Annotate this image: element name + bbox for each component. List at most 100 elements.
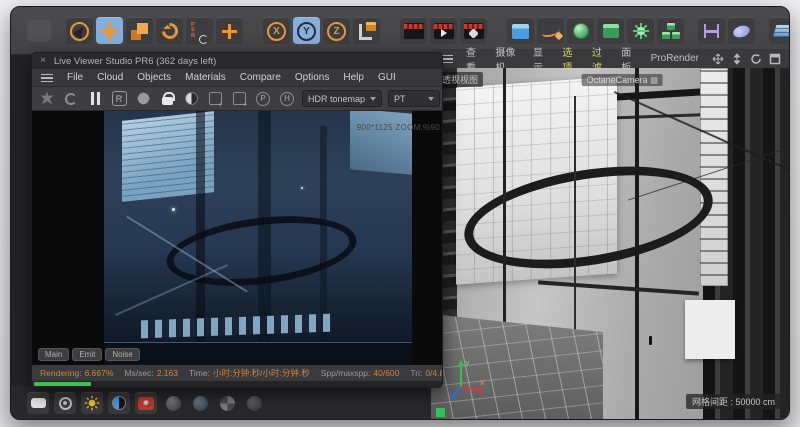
floor-button[interactable] bbox=[769, 17, 790, 44]
live-viewer-toolbar: R P H HDR tonemap PT 1 0.9 bbox=[32, 87, 442, 111]
tab-noise[interactable]: Noise bbox=[105, 348, 139, 361]
generator-cube-button[interactable] bbox=[597, 17, 624, 44]
live-viewer-canvas[interactable]: 900*1125 ZOOM:%90 Main Emit Noise bbox=[32, 111, 442, 365]
scene-figure bbox=[649, 336, 652, 345]
rotate-tool-button[interactable] bbox=[156, 17, 183, 44]
sun-icon bbox=[84, 395, 100, 411]
y-axis-lock-button[interactable]: Y bbox=[293, 17, 320, 44]
move-tool-button[interactable] bbox=[96, 17, 123, 44]
viewport-menubar: 查看 摄像机 显示 选项 过滤 面板 ProRender bbox=[431, 49, 789, 68]
camera-tag-icon bbox=[651, 77, 658, 84]
daylight-button[interactable] bbox=[81, 392, 103, 414]
material-glossy-button[interactable] bbox=[189, 392, 211, 414]
material-mix-button[interactable] bbox=[216, 392, 238, 414]
target-button[interactable] bbox=[54, 392, 76, 414]
render-progress-fill bbox=[34, 382, 91, 386]
material-specular-button[interactable] bbox=[243, 392, 265, 414]
material-picker-button[interactable]: H bbox=[278, 90, 296, 108]
viewport-scene[interactable]: 透视视图 OctaneCamera 网格间距 : 50000 cm Y X bbox=[431, 68, 789, 419]
lv-menu-compare[interactable]: Compare bbox=[240, 72, 281, 83]
last-tool-psr-button[interactable]: PSR bbox=[186, 17, 213, 44]
lv-menu-materials[interactable]: Materials bbox=[185, 72, 226, 83]
restart-render-button[interactable] bbox=[62, 90, 80, 108]
gear-icon bbox=[139, 94, 148, 103]
render-glow-dot-2 bbox=[301, 187, 303, 189]
coordinate-system-button[interactable] bbox=[353, 17, 380, 44]
lv-menu-objects[interactable]: Objects bbox=[137, 72, 171, 83]
lv-menu-cloud[interactable]: Cloud bbox=[97, 72, 123, 83]
grid-spacing-label: 网格间距 : 50000 cm bbox=[686, 394, 781, 409]
refresh-mini-icon bbox=[199, 35, 208, 44]
viewport-camera-label[interactable]: OctaneCamera bbox=[582, 74, 663, 86]
render-pass-tabs: Main Emit Noise bbox=[38, 348, 140, 361]
desktop: PSR X Y Z bbox=[0, 0, 800, 427]
axis-tool-button[interactable] bbox=[216, 17, 243, 44]
background-button[interactable] bbox=[27, 392, 49, 414]
lv-menu-options[interactable]: Options bbox=[295, 72, 329, 83]
rotate-view-icon[interactable] bbox=[750, 53, 762, 65]
blue-sphere-icon bbox=[193, 396, 208, 411]
add-cube-button[interactable] bbox=[507, 17, 534, 44]
pause-render-button[interactable] bbox=[86, 90, 104, 108]
y-axis-icon: Y bbox=[297, 22, 316, 41]
clay-mode-button[interactable] bbox=[182, 90, 200, 108]
render-passes-button[interactable] bbox=[230, 90, 248, 108]
status-spp: Spp/maxspp:40/600 bbox=[321, 368, 400, 378]
live-viewer-menu-icon[interactable] bbox=[41, 74, 53, 82]
move-icon bbox=[101, 23, 118, 40]
close-icon[interactable]: × bbox=[40, 56, 46, 66]
focus-picker-button[interactable]: P bbox=[254, 90, 272, 108]
send-picture-viewer-button[interactable] bbox=[206, 90, 224, 108]
kernel-dropdown[interactable]: PT bbox=[388, 90, 440, 107]
floor-grid-icon bbox=[773, 25, 790, 37]
render-settings-button[interactable] bbox=[460, 17, 487, 44]
render-glow-dot-1 bbox=[172, 208, 175, 211]
faded-sphere-icon bbox=[247, 396, 262, 411]
live-selection-tool-button[interactable] bbox=[66, 17, 93, 44]
render-picture-viewer-button[interactable] bbox=[430, 17, 457, 44]
render-progress-track bbox=[32, 381, 442, 387]
tab-emit[interactable]: Emit bbox=[72, 348, 102, 361]
live-viewer-titlebar[interactable]: × Live Viewer Studio PR6 (362 days left) bbox=[32, 53, 442, 69]
lv-menu-gui[interactable]: GUI bbox=[378, 72, 396, 83]
spline-pen-button[interactable] bbox=[537, 17, 564, 44]
blob-icon bbox=[732, 23, 752, 39]
toggle-view-icon[interactable] bbox=[769, 53, 781, 65]
spline-divider-button[interactable] bbox=[698, 17, 725, 44]
tab-main[interactable]: Main bbox=[38, 348, 69, 361]
viewport-menu-prorender[interactable]: ProRender bbox=[651, 53, 699, 64]
render-view-button[interactable] bbox=[400, 17, 427, 44]
dolly-view-icon[interactable] bbox=[731, 53, 743, 65]
divider-icon bbox=[704, 24, 720, 38]
pan-view-icon[interactable] bbox=[712, 53, 724, 65]
rotate-icon bbox=[158, 20, 181, 43]
deformer-button[interactable] bbox=[627, 17, 654, 44]
lv-menu-help[interactable]: Help bbox=[343, 72, 364, 83]
metaball-button[interactable] bbox=[728, 17, 755, 44]
lock-icon bbox=[162, 97, 173, 105]
scale-tool-button[interactable] bbox=[126, 17, 153, 44]
viewport-view-label[interactable]: 透视视图 bbox=[437, 72, 483, 87]
x-axis-lock-button[interactable]: X bbox=[263, 17, 290, 44]
lock-resolution-button[interactable] bbox=[158, 90, 176, 108]
select-arrow-icon bbox=[70, 22, 89, 41]
status-tri: Tri:0/4.803m bbox=[410, 368, 442, 378]
scale-icon bbox=[131, 23, 148, 40]
chevron-down-icon bbox=[428, 97, 434, 101]
app-icon bbox=[25, 17, 52, 44]
checker-sphere-icon bbox=[220, 396, 235, 411]
z-axis-lock-button[interactable]: Z bbox=[323, 17, 350, 44]
hdri-environment-button[interactable] bbox=[108, 392, 130, 414]
lv-settings-button[interactable] bbox=[134, 90, 152, 108]
tonemap-dropdown[interactable]: HDR tonemap bbox=[302, 90, 382, 107]
octane-logo-button[interactable] bbox=[38, 90, 56, 108]
region-render-button[interactable]: R bbox=[110, 90, 128, 108]
octane-camera-button[interactable] bbox=[135, 392, 157, 414]
cloner-button[interactable] bbox=[657, 17, 684, 44]
subdivision-surface-button[interactable] bbox=[567, 17, 594, 44]
material-diffuse-button[interactable] bbox=[162, 392, 184, 414]
red-camera-icon bbox=[138, 397, 154, 410]
viewport-panel: 查看 摄像机 显示 选项 过滤 面板 ProRender bbox=[431, 49, 789, 419]
picker-h-icon: H bbox=[280, 92, 294, 106]
lv-menu-file[interactable]: File bbox=[67, 72, 83, 83]
